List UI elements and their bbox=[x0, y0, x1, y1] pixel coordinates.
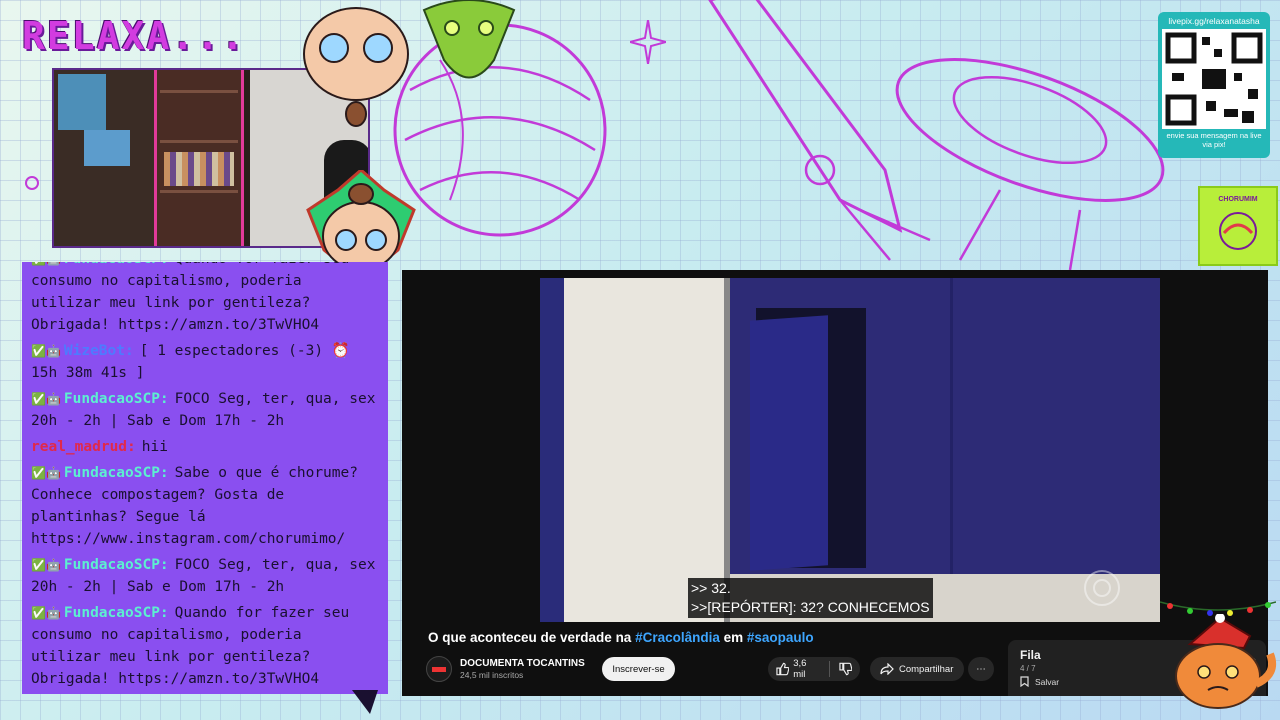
like-count: 3,6 mil bbox=[793, 658, 807, 680]
share-icon bbox=[880, 663, 894, 675]
chorumim-badge-text: CHORUMIM bbox=[1218, 196, 1258, 203]
chorumim-icon bbox=[1219, 212, 1257, 250]
chat-badges-icon: ✅🤖 bbox=[31, 392, 61, 406]
caption-line-2: >>[REPÓRTER]: 32? CONHECEMOS bbox=[691, 599, 930, 615]
close-icon[interactable] bbox=[1246, 658, 1256, 668]
queue-save-label: Salvar bbox=[1035, 676, 1060, 687]
chat-message-list: ✅🤖FundacaoSCP:Quando for fazer seu consu… bbox=[31, 262, 380, 690]
sparkle-icon bbox=[630, 20, 666, 64]
like-dislike-group: 3,6 mil bbox=[768, 657, 860, 681]
thumbs-down-icon[interactable] bbox=[839, 662, 852, 676]
chat-badges-icon: ✅🤖 bbox=[31, 344, 61, 358]
chat-badges-icon: ✅🤖 bbox=[31, 558, 61, 572]
rocket-doodle bbox=[708, 0, 931, 261]
like-button[interactable]: 3,6 mil bbox=[776, 658, 820, 680]
channel-name[interactable]: DOCUMENTA TOCANTINS bbox=[460, 657, 585, 670]
chat-badges-icon: ✅🤖 bbox=[31, 606, 61, 620]
thumbs-up-icon bbox=[776, 662, 790, 676]
chat-text: Quando for fazer seu consumo no capitali… bbox=[31, 262, 349, 333]
planet-doodle bbox=[393, 23, 607, 237]
chat-message: ✅🤖 WizeBot:[ 1 espectadores (-3) ⏰ 15h 38… bbox=[31, 340, 380, 384]
chat-username[interactable]: FundacaoSCP: bbox=[64, 605, 169, 621]
chat-username[interactable]: FundacaoSCP: bbox=[64, 465, 169, 481]
queue-title: Fila bbox=[1020, 648, 1041, 662]
livepix-message: envie sua mensagem na live via pix! bbox=[1166, 131, 1262, 149]
bookmark-icon bbox=[1020, 676, 1029, 687]
chat-message: real_madrud: hii bbox=[31, 436, 380, 458]
chat-message: ✅🤖FundacaoSCP:Quando for fazer seu consu… bbox=[31, 602, 380, 690]
webcam-feed bbox=[52, 68, 370, 248]
share-button[interactable]: Compartilhar bbox=[870, 657, 964, 681]
small-ring-icon bbox=[25, 176, 39, 190]
chorumim-badge: CHORUMIM bbox=[1198, 186, 1278, 266]
hashtag-link[interactable]: #Cracolândia bbox=[635, 630, 720, 645]
video-captions: >> 32. >>[REPÓRTER]: 32? CONHECEMOS bbox=[688, 578, 933, 618]
livepix-qr-panel: livepix.gg/relaxanatasha envie sua mensa… bbox=[1158, 12, 1270, 158]
livepix-url: livepix.gg/relaxanatasha bbox=[1168, 16, 1260, 26]
caption-line-1: >> 32. bbox=[691, 580, 731, 596]
green-creature-sticker bbox=[422, 0, 516, 79]
chat-message: ✅🤖FundacaoSCP:Quando for fazer seu consu… bbox=[31, 262, 380, 336]
chat-username[interactable]: FundacaoSCP: bbox=[64, 391, 169, 407]
video-title-text: em bbox=[719, 630, 747, 645]
playlist-queue-panel[interactable]: Fila 4 / 7 Salvar bbox=[1008, 640, 1266, 696]
more-actions-button[interactable]: ⋯ bbox=[968, 657, 994, 681]
channel-info[interactable]: DOCUMENTA TOCANTINS 24,5 mil inscritos bbox=[426, 656, 585, 682]
chat-bubble-tail bbox=[352, 690, 378, 714]
chat-username[interactable]: WizeBot: bbox=[64, 343, 134, 359]
hashtag-link[interactable]: #saopaulo bbox=[747, 630, 814, 645]
video-frame[interactable] bbox=[540, 278, 1160, 622]
chat-message: ✅🤖 FundacaoSCP: FOCO Seg, ter, qua, sex 20… bbox=[31, 388, 380, 432]
qr-code-icon bbox=[1162, 29, 1266, 129]
watermark-icon bbox=[1084, 570, 1120, 606]
chat-badges-icon: ✅🤖 bbox=[31, 262, 61, 270]
chat-message: ✅🤖 FundacaoSCP: Sabe o que é chorume? Conh… bbox=[31, 462, 380, 550]
more-icon: ⋯ bbox=[976, 663, 986, 675]
chat-message: ✅🤖 FundacaoSCP: FOCO Seg, ter, qua, sex 20… bbox=[31, 554, 380, 598]
subscribe-button[interactable]: Inscrever-se bbox=[602, 657, 675, 681]
chat-username[interactable]: real_madrud: bbox=[31, 439, 136, 455]
channel-subscribers: 24,5 mil inscritos bbox=[460, 670, 524, 680]
chat-text: hii bbox=[141, 439, 168, 455]
chat-panel: ✅🤖FundacaoSCP:Quando for fazer seu consu… bbox=[22, 262, 388, 694]
video-title: O que aconteceu de verdade na #Cracolând… bbox=[428, 630, 814, 645]
chat-badges-icon: ✅🤖 bbox=[31, 466, 61, 480]
share-label: Compartilhar bbox=[899, 663, 954, 675]
ufo-doodle bbox=[895, 58, 1165, 270]
video-title-text: O que aconteceu de verdade na bbox=[428, 630, 636, 645]
queue-count: 4 / 7 bbox=[1020, 664, 1036, 673]
channel-avatar[interactable] bbox=[426, 656, 452, 682]
chat-username[interactable]: FundacaoSCP: bbox=[64, 557, 169, 573]
queue-save-button[interactable]: Salvar bbox=[1020, 676, 1254, 687]
chat-username[interactable]: FundacaoSCP: bbox=[64, 262, 169, 267]
channel-logo: RELAXA... bbox=[22, 14, 246, 58]
